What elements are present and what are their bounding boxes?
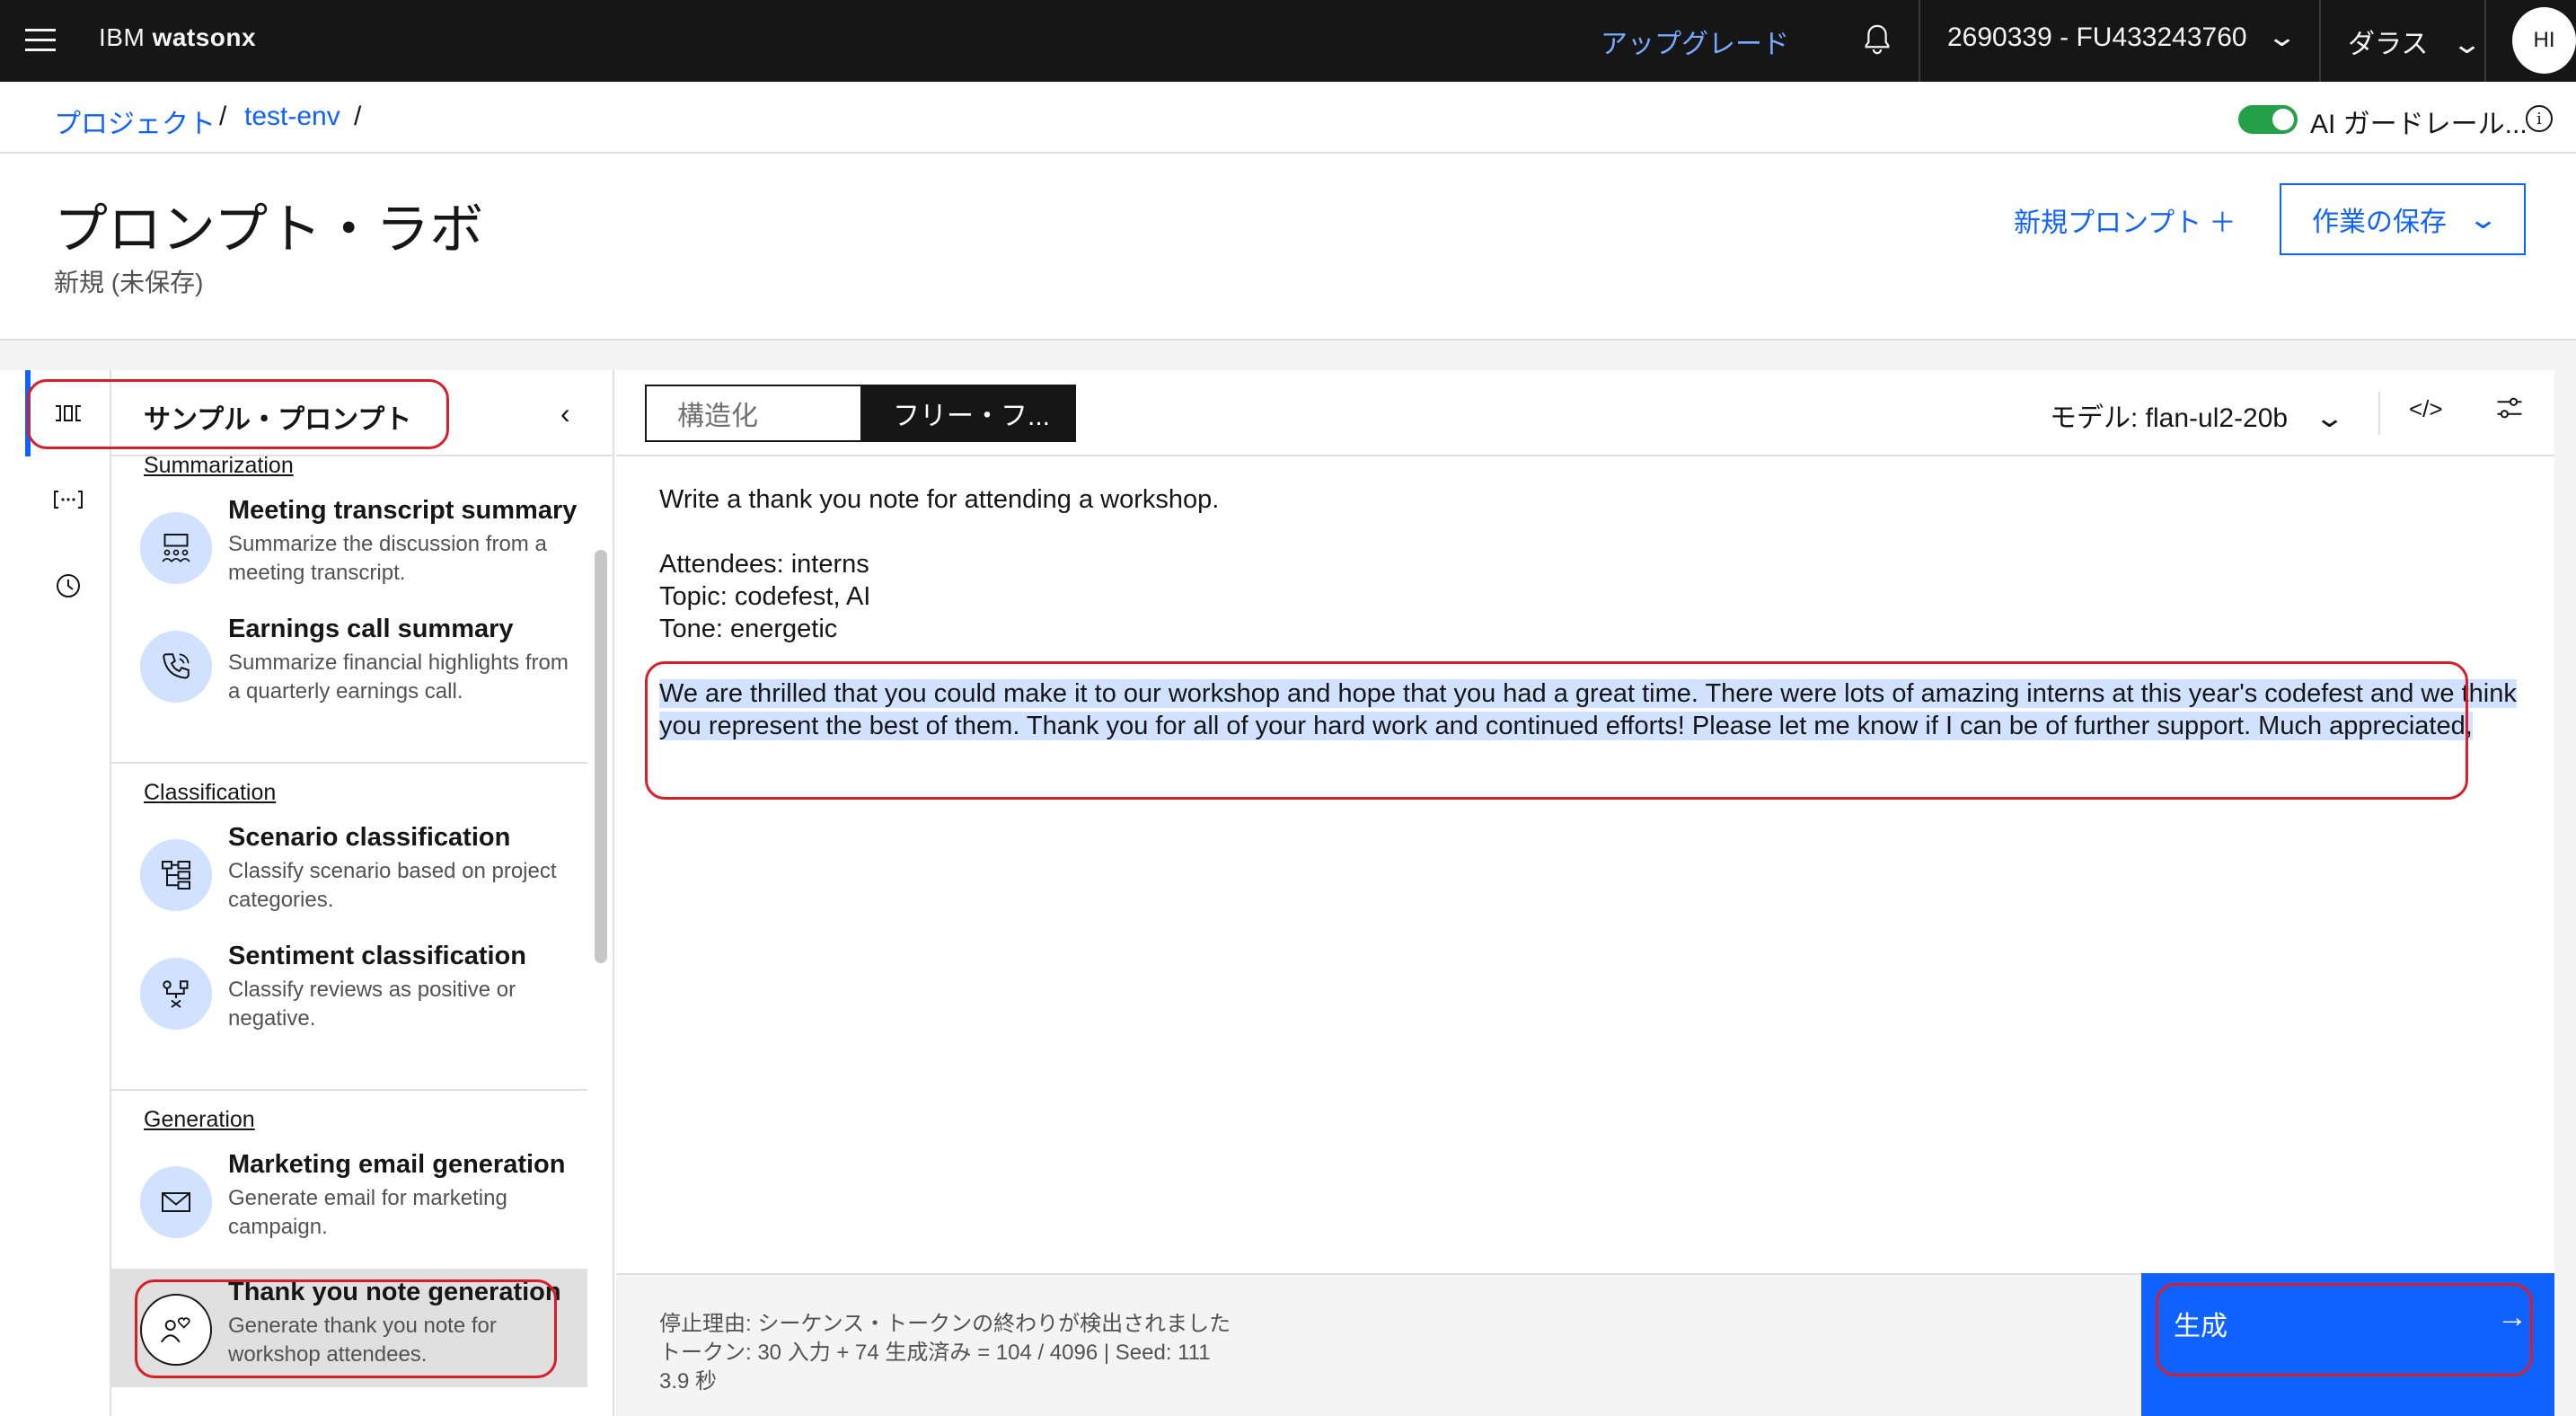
sample-prompts-panel: サンプル・プロンプト ‹ Summarization Meeting trans…	[111, 370, 614, 1416]
user-avatar[interactable]: HI	[2512, 7, 2576, 74]
toolbar-divider	[2378, 392, 2380, 435]
sample-item-desc: Summarize the discussion from a meeting …	[228, 532, 547, 585]
toggle-knob	[2272, 109, 2294, 130]
collapse-panel-icon[interactable]: ‹	[560, 397, 570, 430]
prompt-line: Topic: codefest, AI	[659, 582, 871, 611]
sentiment-icon	[140, 958, 212, 1030]
tab-structured[interactable]: 構造化	[645, 385, 862, 442]
tab-freeform[interactable]: フリー・フ...	[862, 385, 1076, 442]
annotation-outline-generated-text	[645, 661, 2468, 800]
new-prompt-button[interactable]: 新規プロンプト ＋	[2014, 200, 2236, 240]
topbar-divider	[2319, 0, 2321, 82]
brand-prefix: IBM	[99, 23, 146, 51]
brand-name: watsonx	[152, 23, 257, 51]
model-label: モデル: flan-ul2-20b	[2050, 403, 2289, 433]
meeting-icon	[140, 512, 212, 584]
product-brand[interactable]: IBM watsonx	[99, 23, 256, 52]
prompt-line: Write a thank you note for attending a w…	[659, 485, 1220, 514]
chevron-down-icon: ⌄	[2314, 403, 2346, 433]
prompt-line	[659, 516, 2527, 548]
phone-icon	[140, 631, 212, 703]
code-icon[interactable]: </>	[2409, 395, 2443, 423]
save-work-label: 作業の保存	[2312, 208, 2447, 237]
elapsed-time-text: 3.9 秒	[659, 1369, 718, 1394]
editor-toolbar: 構造化 フリー・フ... モデル: flan-ul2-20b ⌄ </>	[616, 370, 2554, 456]
section-label-summarization: Summarization	[144, 453, 294, 478]
info-icon[interactable]: i	[2526, 105, 2553, 132]
chevron-down-icon: ⌄	[2466, 204, 2500, 235]
sample-item-earnings-call[interactable]: Earnings call summary Summarize financia…	[111, 606, 587, 724]
chevron-down-icon: ⌄	[2265, 22, 2298, 52]
sample-item-sentiment-classification[interactable]: Sentiment classification Classify review…	[111, 933, 587, 1051]
section-divider	[111, 1089, 587, 1091]
sample-item-meeting-transcript[interactable]: Meeting transcript summary Summarize the…	[111, 487, 587, 606]
annotation-outline-thank-you-item	[135, 1279, 557, 1378]
account-switcher[interactable]: 2690339 - FU433243760 ⌄	[1947, 22, 2298, 53]
region-switcher[interactable]: ダラス ⌄	[2348, 22, 2483, 61]
notification-bell-icon[interactable]	[1857, 20, 1897, 59]
topbar-divider	[2484, 0, 2486, 82]
sample-item-title: Marketing email generation	[228, 1150, 566, 1179]
token-count-text: トークン: 30 入力 + 74 生成済み = 104 / 4096 | See…	[659, 1341, 1211, 1365]
breadcrumb-bar: プロジェクト / test-env / AI ガードレール... i	[0, 82, 2576, 154]
model-selector[interactable]: モデル: flan-ul2-20b ⌄	[2050, 395, 2346, 435]
page-subtitle: 新規 (未保存)	[54, 269, 204, 296]
sample-item-title: Scenario classification	[228, 823, 511, 852]
hamburger-menu-icon[interactable]	[25, 25, 56, 56]
section-label-generation: Generation	[144, 1107, 255, 1132]
sample-item-title: Sentiment classification	[228, 942, 526, 970]
upgrade-link[interactable]: アップグレード	[1601, 22, 1789, 61]
panel-scrollbar[interactable]	[595, 550, 607, 963]
prompt-editor: 構造化 フリー・フ... モデル: flan-ul2-20b ⌄ </> Wri…	[616, 370, 2554, 1416]
breadcrumb-separator: /	[219, 102, 227, 131]
tree-icon	[140, 839, 212, 911]
breadcrumb-test-env[interactable]: test-env	[244, 102, 340, 132]
sample-item-scenario-classification[interactable]: Scenario classification Classify scenari…	[111, 814, 587, 933]
region-label: ダラス	[2348, 30, 2429, 59]
save-work-button[interactable]: 作業の保存 ⌄	[2280, 183, 2526, 255]
sample-item-desc: Summarize financial highlights from a qu…	[228, 650, 569, 704]
section-gap	[0, 341, 2576, 370]
right-gutter	[2554, 370, 2576, 1416]
annotation-outline-generate-button	[2156, 1283, 2533, 1376]
history-icon[interactable]	[52, 570, 84, 602]
sample-item-desc: Generate email for marketing campaign.	[228, 1186, 507, 1239]
sample-item-title: Earnings call summary	[228, 615, 514, 643]
chevron-down-icon: ⌄	[2450, 30, 2483, 59]
breadcrumb-projects[interactable]: プロジェクト	[54, 102, 216, 141]
breadcrumb-separator: /	[354, 102, 362, 131]
prompt-line: Tone: energetic	[659, 615, 838, 643]
annotation-outline-sample-prompts	[27, 379, 449, 449]
sample-item-marketing-email[interactable]: Marketing email generation Generate emai…	[111, 1141, 587, 1260]
page-header: プロンプト・ラボ 新規 (未保存) 新規プロンプト ＋ 作業の保存 ⌄	[0, 154, 2576, 341]
sample-item-desc: Classify scenario based on project categ…	[228, 859, 557, 912]
guardrail-toggle[interactable]	[2238, 105, 2298, 134]
prompt-line: Attendees: interns	[659, 550, 869, 579]
generation-stats: 停止理由: シーケンス・トークンの終わりが検出されました トークン: 30 入力…	[616, 1273, 2141, 1416]
sample-item-title: Meeting transcript summary	[228, 496, 578, 525]
topbar-divider	[1919, 0, 1920, 82]
settings-sliders-icon[interactable]	[2493, 392, 2529, 428]
top-nav-bar: IBM watsonx アップグレード 2690339 - FU43324376…	[0, 0, 2576, 82]
page-title: プロンプト・ラボ	[54, 199, 484, 260]
section-label-classification: Classification	[144, 780, 277, 805]
section-divider	[111, 762, 587, 764]
variables-icon[interactable]	[52, 483, 84, 516]
guardrail-label: AI ガードレール...	[2310, 110, 2527, 139]
email-icon	[140, 1166, 212, 1238]
sample-item-desc: Classify reviews as positive or negative…	[228, 978, 516, 1031]
account-label: 2690339 - FU433243760	[1947, 22, 2247, 52]
stop-reason-text: 停止理由: シーケンス・トークンの終わりが検出されました	[659, 1312, 1231, 1336]
left-icon-rail	[25, 370, 111, 1416]
